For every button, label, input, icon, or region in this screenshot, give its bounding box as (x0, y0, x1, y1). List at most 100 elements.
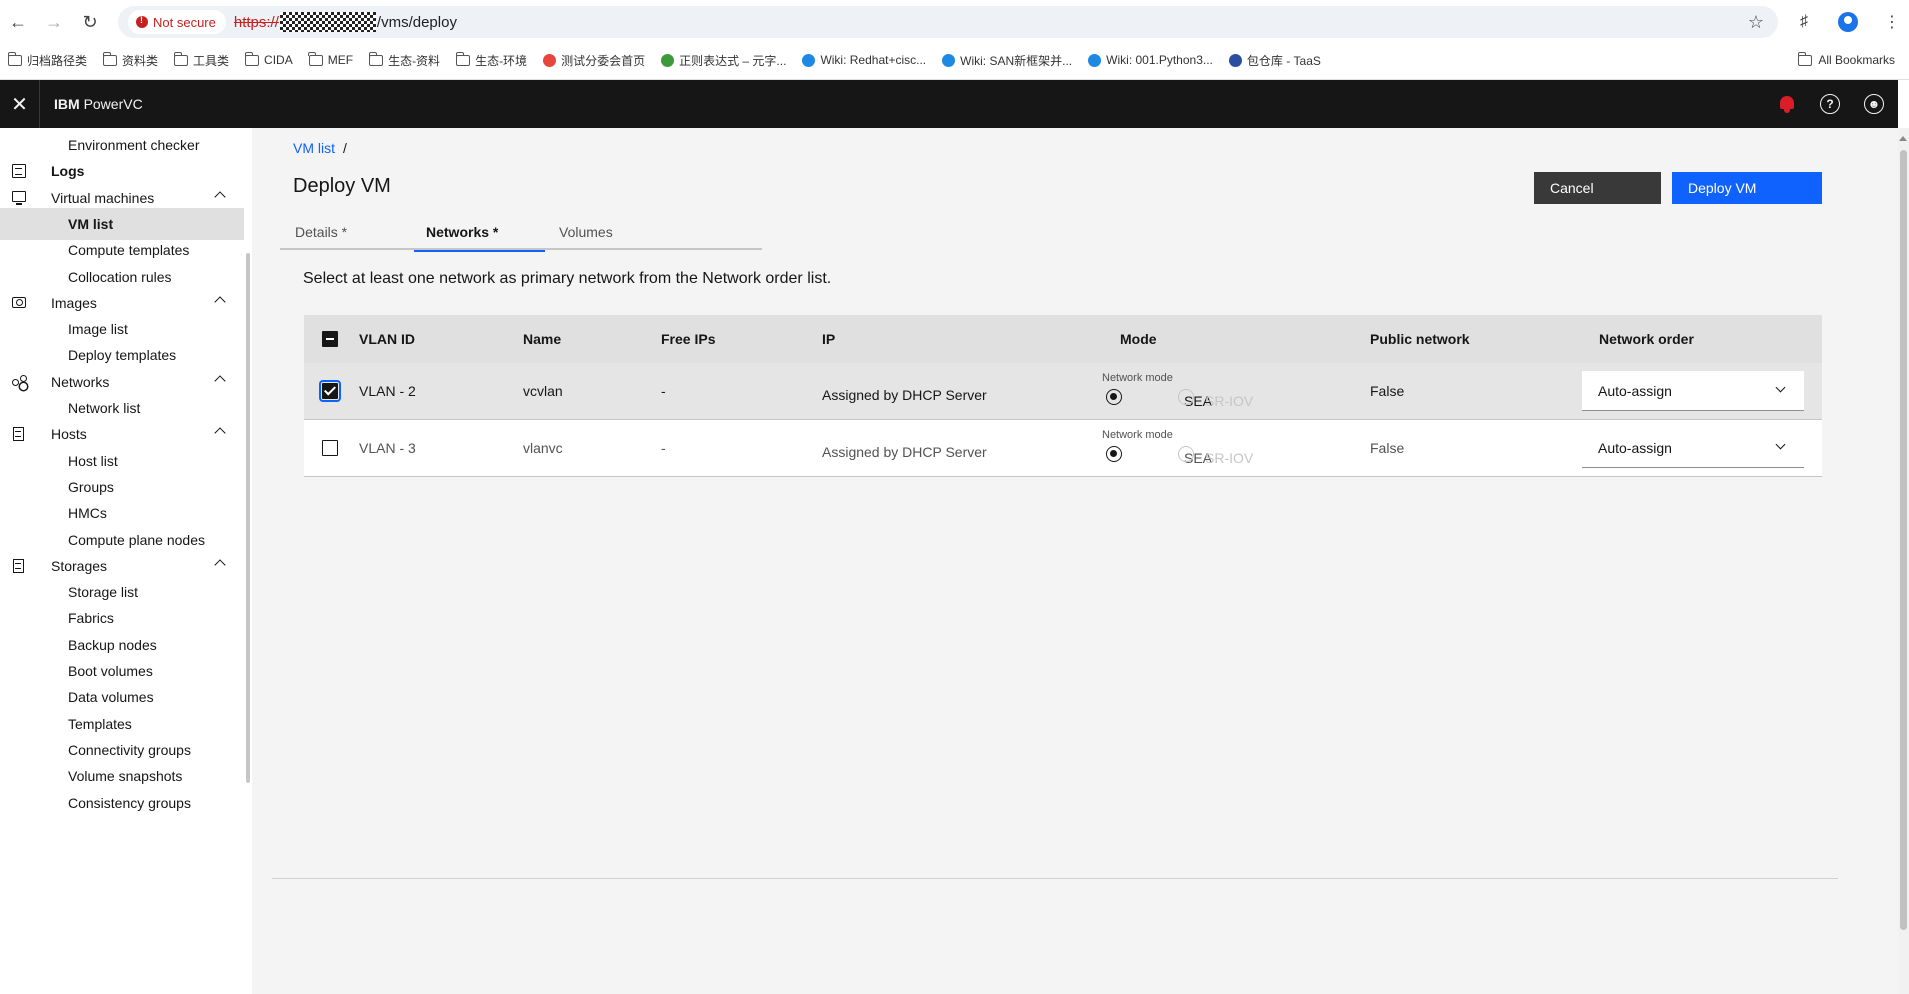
sidebar-scrollbar[interactable] (246, 253, 250, 783)
network-order-dropdown[interactable]: Auto-assign (1582, 428, 1804, 468)
sidebar-item-label: Logs (51, 163, 85, 180)
bookmark-label: 归档路径类 (27, 53, 88, 68)
sidebar-item-label: Consistency groups (68, 794, 191, 811)
chevron-up-icon[interactable] (214, 190, 226, 203)
sidebar-item-label: Virtual machines (51, 189, 155, 206)
sidebar-item-label: VM list (68, 215, 114, 232)
bookmark-item[interactable]: 生态-环境 (455, 51, 527, 69)
sidebar-item-label: Data volumes (68, 689, 154, 706)
sidebar-item-label: Host list (68, 452, 118, 469)
close-icon[interactable]: ✕ (0, 80, 40, 128)
page-scrollbar[interactable] (1898, 128, 1909, 994)
sea-radio[interactable] (1106, 446, 1122, 462)
column-public-network[interactable]: Public network (1370, 315, 1470, 363)
row-checkbox[interactable] (319, 380, 341, 402)
url-host-redacted (279, 12, 376, 32)
ip-cell: Assigned by DHCP Server (822, 444, 987, 460)
user-avatar-icon[interactable]: ☻ (1864, 94, 1884, 114)
bookmarks-bar: 归档路径类 资料类 工具类 CIDA MEF 生态-资料 生态-环境 测试分委会首页 正则表达式… (0, 46, 1909, 74)
free-ips-cell: - (661, 440, 666, 456)
bookmark-item[interactable]: 正则表达式 – 元字... (661, 52, 786, 69)
chevron-up-icon[interactable] (214, 296, 226, 308)
page-title: Deploy VM (293, 175, 391, 197)
column-ip[interactable]: IP (822, 315, 835, 363)
url-path: /vms/deploy (376, 13, 457, 31)
network-order-dropdown[interactable]: Auto-assign (1582, 371, 1804, 411)
profile-icon[interactable] (1834, 8, 1862, 36)
tab-bar: Details * Networks * Volumes (280, 214, 762, 252)
instruction-text: Select at least one network as primary n… (303, 270, 832, 287)
public-network-cell: False (1370, 440, 1405, 456)
sidebar-item-label: Volume snapshots (68, 768, 183, 785)
sidebar-item-label: Environment checker (68, 137, 200, 153)
bookmark-item[interactable]: Wiki: SAN新框架并... (942, 52, 1072, 69)
bookmark-item[interactable]: Wiki: 001.Python3... (1088, 53, 1213, 67)
brand-ibm: IBM (54, 96, 80, 112)
ip-cell: Assigned by DHCP Server (822, 387, 987, 403)
bookmark-label: Wiki: 001.Python3... (1106, 53, 1213, 67)
camera-icon (12, 296, 26, 308)
security-chip[interactable]: Not secure (128, 10, 226, 34)
forward-arrow-icon[interactable]: → (36, 4, 72, 40)
folder-icon (308, 51, 323, 66)
star-icon[interactable]: ☆ (1748, 12, 1764, 33)
bookmark-label: MEF (327, 53, 354, 67)
all-bookmarks[interactable]: All Bookmarks (1797, 46, 1895, 74)
sea-radio[interactable] (1106, 389, 1122, 405)
extensions-icon[interactable]: ♯ (1790, 8, 1818, 36)
sidebar-item-label: Storages (51, 557, 108, 574)
bookmark-item[interactable]: 资料类 (102, 51, 158, 69)
folder-icon (7, 51, 22, 66)
site-favicon-icon (942, 53, 956, 67)
column-name[interactable]: Name (523, 315, 561, 363)
logs-icon (12, 164, 26, 179)
sidebar-item-consistency-groups[interactable]: Consistency groups (0, 787, 244, 819)
browser-chrome: ← → ↻ Not secure https:// /vms/deploy ☆ … (0, 0, 1909, 80)
select-all-checkbox[interactable] (322, 331, 338, 347)
column-mode[interactable]: Mode (1120, 315, 1157, 363)
kebab-menu-icon[interactable]: ⋮ (1878, 8, 1906, 36)
tab-details[interactable]: Details * (295, 214, 415, 250)
reload-icon[interactable]: ↻ (72, 4, 108, 40)
address-bar[interactable]: Not secure https:// /vms/deploy ☆ (118, 6, 1778, 38)
column-network-order[interactable]: Network order (1599, 315, 1694, 363)
bookmark-item[interactable]: 工具类 (173, 51, 230, 69)
bookmark-item[interactable]: 归档路径类 (7, 51, 88, 69)
help-icon[interactable]: ? (1820, 94, 1840, 114)
table-row[interactable]: VLAN - 3 vlanvc - Assigned by DHCP Serve… (304, 420, 1822, 477)
site-favicon-icon (543, 53, 557, 67)
row-checkbox[interactable] (322, 440, 338, 456)
sidebar-item-label: Backup nodes (68, 636, 157, 653)
scroll-thumb[interactable] (1900, 150, 1907, 930)
warning-icon (136, 15, 148, 28)
deploy-vm-button[interactable]: Deploy VM (1672, 172, 1822, 204)
bookmark-label: Wiki: SAN新框架并... (960, 53, 1073, 68)
sidebar-item-label: HMCs (68, 505, 107, 522)
column-free-ips[interactable]: Free IPs (661, 315, 715, 363)
brand-product: PowerVC (83, 96, 143, 112)
scroll-up-arrow-icon[interactable] (1899, 136, 1907, 141)
bookmark-item[interactable]: Wiki: Redhat+cisc... (802, 53, 926, 67)
chevron-up-icon[interactable] (214, 375, 226, 387)
table-row[interactable]: VLAN - 2 vcvlan - Assigned by DHCP Serve… (304, 363, 1822, 420)
app-title[interactable]: IBM PowerVC (54, 96, 143, 112)
bookmark-item[interactable]: CIDA (244, 51, 293, 67)
notification-bell-icon[interactable] (1778, 95, 1796, 113)
breadcrumb-separator: / (343, 140, 347, 156)
back-arrow-icon[interactable]: ← (0, 4, 36, 40)
cancel-button[interactable]: Cancel (1534, 172, 1661, 204)
breadcrumb-vm-list-link[interactable]: VM list (293, 140, 335, 156)
tab-networks[interactable]: Networks * (414, 214, 545, 252)
tab-volumes[interactable]: Volumes (559, 214, 679, 250)
sidebar-item-label: Fabrics (68, 610, 114, 627)
bookmark-item[interactable]: MEF (308, 51, 354, 67)
bookmark-item[interactable]: 生态-资料 (368, 51, 441, 69)
bookmark-label: 工具类 (193, 53, 230, 68)
bookmark-item[interactable]: 测试分委会首页 (543, 52, 645, 69)
sidebar-item-label: Network list (68, 400, 141, 416)
chevron-up-icon[interactable] (214, 427, 226, 439)
bookmark-item[interactable]: 包仓库 - TaaS (1228, 52, 1321, 69)
column-vlan-id[interactable]: VLAN ID (359, 315, 415, 363)
bookmark-label: 生态-资料 (388, 53, 441, 68)
chevron-up-icon[interactable] (214, 559, 226, 571)
